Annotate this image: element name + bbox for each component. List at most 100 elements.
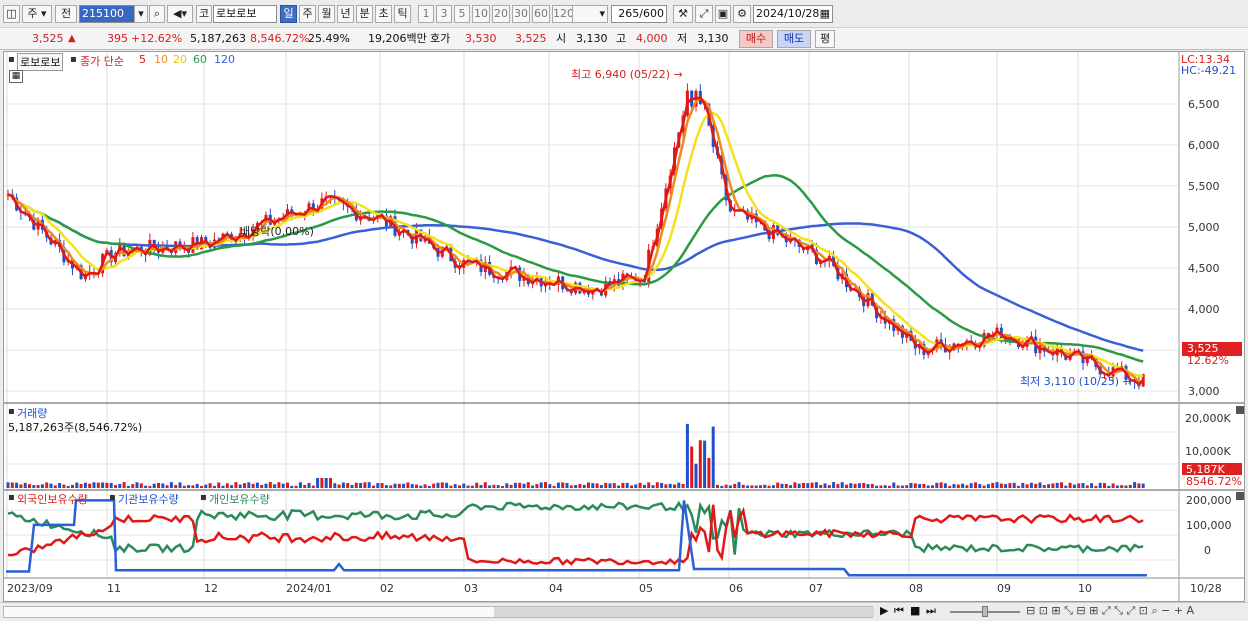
volume-bar — [638, 482, 642, 488]
volume-bar — [195, 483, 199, 488]
volume-bar — [642, 484, 646, 488]
stock-name-field[interactable]: 로보로보 — [213, 5, 277, 23]
volume-bars — [6, 423, 1145, 488]
ma-period-20: 20 — [173, 53, 187, 66]
volume-bar — [1004, 484, 1008, 488]
speaker-icon[interactable]: ◀▾ — [167, 5, 193, 23]
volume-bar — [1025, 484, 1029, 488]
fast-forward-icon[interactable]: ⏭ — [926, 604, 936, 618]
change-pct: +12.62% — [131, 32, 183, 45]
volume-bar — [741, 484, 745, 488]
bottom-scroll-bar: ▶ ⏮ ■ ⏭ ⊟ ⊡ ⊞ ⤡ ⊟ ⊞ ⤢ ⤡ ⤢ ⊡ ⌕ − + A — [0, 602, 1248, 621]
x-tick: 10 — [1078, 582, 1092, 595]
volume-bar — [896, 485, 900, 488]
market-select[interactable]: 주 ▾ — [22, 5, 52, 23]
volume-bar — [1137, 483, 1141, 488]
volume-bar — [784, 483, 788, 488]
interval-button-30[interactable]: 30 — [512, 5, 530, 23]
volume-bar — [92, 482, 96, 488]
volume-bar — [1042, 485, 1046, 488]
avg-button[interactable]: 평 — [815, 30, 835, 48]
prev-button[interactable]: 전 — [55, 5, 77, 23]
volume-bar — [204, 484, 208, 488]
volume-bar — [470, 485, 474, 488]
zoom-slider-thumb[interactable] — [982, 606, 988, 617]
volume-bar — [625, 482, 629, 488]
volume-bar — [135, 482, 139, 488]
volume-bar — [531, 485, 535, 488]
volume-bar — [19, 484, 23, 488]
volume-bar — [720, 485, 724, 488]
volume-bar — [698, 440, 702, 488]
volume-bar — [918, 484, 922, 488]
volume-bar — [793, 482, 797, 488]
main-toolbar: ◫ 주 ▾ 전 215100 ▾ ⌕ ◀▾ 코 로보로보 일주월년분초틱 135… — [0, 0, 1248, 28]
volume-bar — [681, 483, 685, 488]
volume-bar — [114, 485, 117, 488]
interval-button-20[interactable]: 20 — [492, 5, 510, 23]
draw-tool-icon[interactable]: ⤢ — [695, 5, 713, 23]
interval-button-60[interactable]: 60 — [532, 5, 550, 23]
panel-close-icon[interactable] — [1236, 406, 1244, 414]
volume-bar — [462, 483, 466, 488]
volume-bar — [402, 483, 406, 488]
x-tick: 11 — [107, 582, 121, 595]
calendar-icon[interactable]: ▦ — [820, 6, 830, 22]
stock-tag[interactable]: 로보로보 — [17, 53, 64, 71]
buy-button[interactable]: 매수 — [739, 30, 773, 48]
date-field[interactable]: 2024/10/28 ▦ — [753, 5, 833, 23]
period-tab-1[interactable]: 주 — [299, 5, 316, 23]
high-note-text: 최고 6,940 (05/22) — [571, 68, 671, 81]
period-tab-0[interactable]: 일 — [280, 5, 297, 23]
volume-bar — [965, 485, 969, 488]
chart-area[interactable]: ▪ 로보로보 ▪ 종가 단순 5 10 20 60 120 ▦ LC:13.34… — [3, 51, 1245, 602]
interval-button-10[interactable]: 10 — [472, 5, 490, 23]
period-tab-3[interactable]: 년 — [337, 5, 354, 23]
gear-icon[interactable]: ⚙ — [733, 5, 751, 23]
tool-icons[interactable]: ⊟ ⊡ ⊞ ⤡ ⊟ ⊞ ⤢ ⤡ ⤢ ⊡ ⌕ − + A — [1026, 604, 1194, 618]
horizontal-scrollbar[interactable] — [3, 606, 874, 618]
volume-bar — [182, 485, 186, 488]
volume-bar — [23, 482, 27, 488]
volume-bar — [367, 482, 371, 488]
scroll-right-icon[interactable]: ▶ — [880, 604, 888, 617]
stop-icon[interactable]: ■ — [910, 604, 920, 617]
volume-bar — [1077, 483, 1081, 488]
window-menu-icon[interactable]: ◫ — [3, 5, 20, 23]
period-tab-6[interactable]: 틱 — [394, 5, 411, 23]
volume-bar — [913, 483, 917, 488]
indicator-icon[interactable]: ⚒ — [673, 5, 693, 23]
volume-bar — [40, 484, 44, 488]
volume-bar — [346, 483, 350, 488]
volume-bar — [754, 485, 758, 488]
scrollbar-thumb[interactable] — [494, 607, 874, 617]
table-view-icon[interactable]: ▦ — [9, 70, 23, 83]
rewind-icon[interactable]: ⏮ — [894, 604, 904, 618]
code-type-button[interactable]: 코 — [196, 5, 212, 23]
volume-bar — [101, 482, 105, 488]
interval-button-5[interactable]: 5 — [454, 5, 470, 23]
volume-bar — [436, 482, 440, 488]
volume-bar — [178, 482, 182, 488]
volume-bar — [36, 485, 40, 488]
volume-bar — [251, 483, 255, 488]
volume-bar — [548, 484, 552, 488]
save-icon[interactable]: ▣ — [715, 5, 731, 23]
volume-bar — [458, 485, 461, 488]
count-field[interactable]: 265/600 — [611, 5, 667, 23]
panel-close-icon[interactable] — [1236, 492, 1244, 500]
stock-code-input[interactable]: 215100 — [79, 5, 135, 23]
search-icon[interactable]: ⌕ — [149, 5, 165, 23]
interval-dropdown[interactable]: ▾ — [572, 5, 608, 23]
volume-bar — [243, 483, 246, 488]
interval-button-1[interactable]: 1 — [418, 5, 434, 23]
period-tab-4[interactable]: 분 — [356, 5, 373, 23]
interval-button-120[interactable]: 120 — [552, 5, 574, 23]
volume-bar — [853, 483, 857, 488]
sell-button[interactable]: 매도 — [777, 30, 811, 48]
period-tab-5[interactable]: 초 — [375, 5, 392, 23]
volume-bar — [126, 485, 130, 488]
period-tab-2[interactable]: 월 — [318, 5, 335, 23]
interval-button-3[interactable]: 3 — [436, 5, 452, 23]
code-dropdown-icon[interactable]: ▾ — [134, 5, 148, 23]
